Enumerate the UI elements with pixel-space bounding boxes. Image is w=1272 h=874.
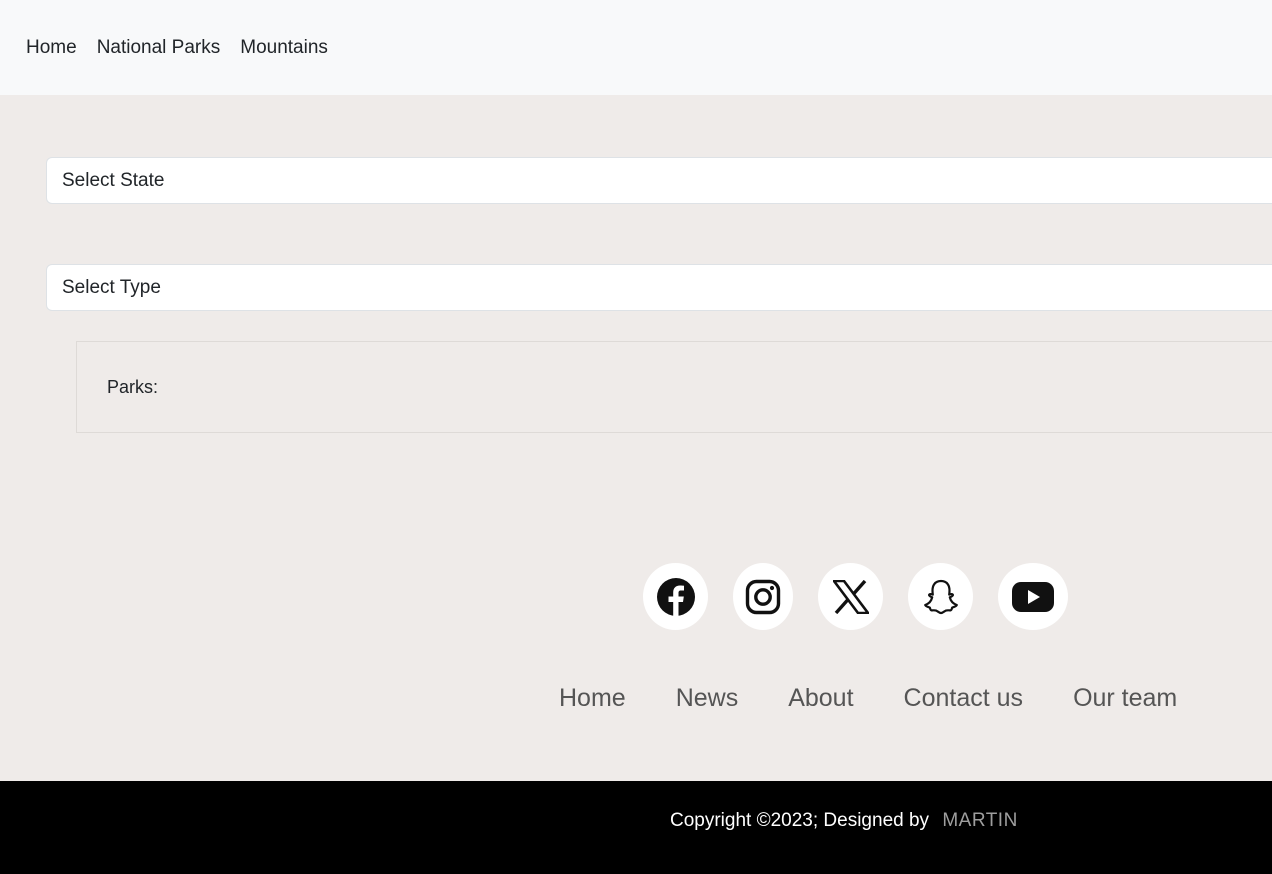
copyright-text: Copyright ©2023; Designed by MARTIN — [670, 810, 1018, 832]
type-select-label: Select Type — [62, 276, 161, 298]
instagram-icon[interactable] — [733, 563, 793, 630]
parks-label: Parks: — [107, 376, 159, 397]
top-navbar: Home National Parks Mountains — [0, 0, 1272, 95]
snapchat-icon[interactable] — [908, 563, 973, 630]
youtube-icon[interactable] — [998, 563, 1068, 630]
footer-links: Home News About Contact us Our team — [559, 684, 1177, 713]
nav-national-parks[interactable]: National Parks — [97, 37, 221, 59]
footer-link-about[interactable]: About — [788, 684, 853, 713]
footer-link-our-team[interactable]: Our team — [1073, 684, 1177, 713]
x-icon[interactable] — [818, 563, 883, 630]
nav-home[interactable]: Home — [26, 37, 77, 59]
state-select-label: Select State — [62, 169, 165, 191]
designer-name: MARTIN — [942, 810, 1018, 831]
copyright-bar — [0, 781, 1272, 874]
footer-link-home[interactable]: Home — [559, 684, 626, 713]
facebook-icon[interactable] — [643, 563, 708, 630]
type-select[interactable]: Select Type — [46, 264, 1272, 311]
state-select[interactable]: Select State — [46, 157, 1272, 204]
parks-panel: Parks: — [76, 341, 1272, 433]
copyright-label: Copyright ©2023; Designed by — [670, 810, 930, 831]
footer-link-contact-us[interactable]: Contact us — [904, 684, 1024, 713]
footer-link-news[interactable]: News — [676, 684, 739, 713]
nav-mountains[interactable]: Mountains — [240, 37, 328, 59]
